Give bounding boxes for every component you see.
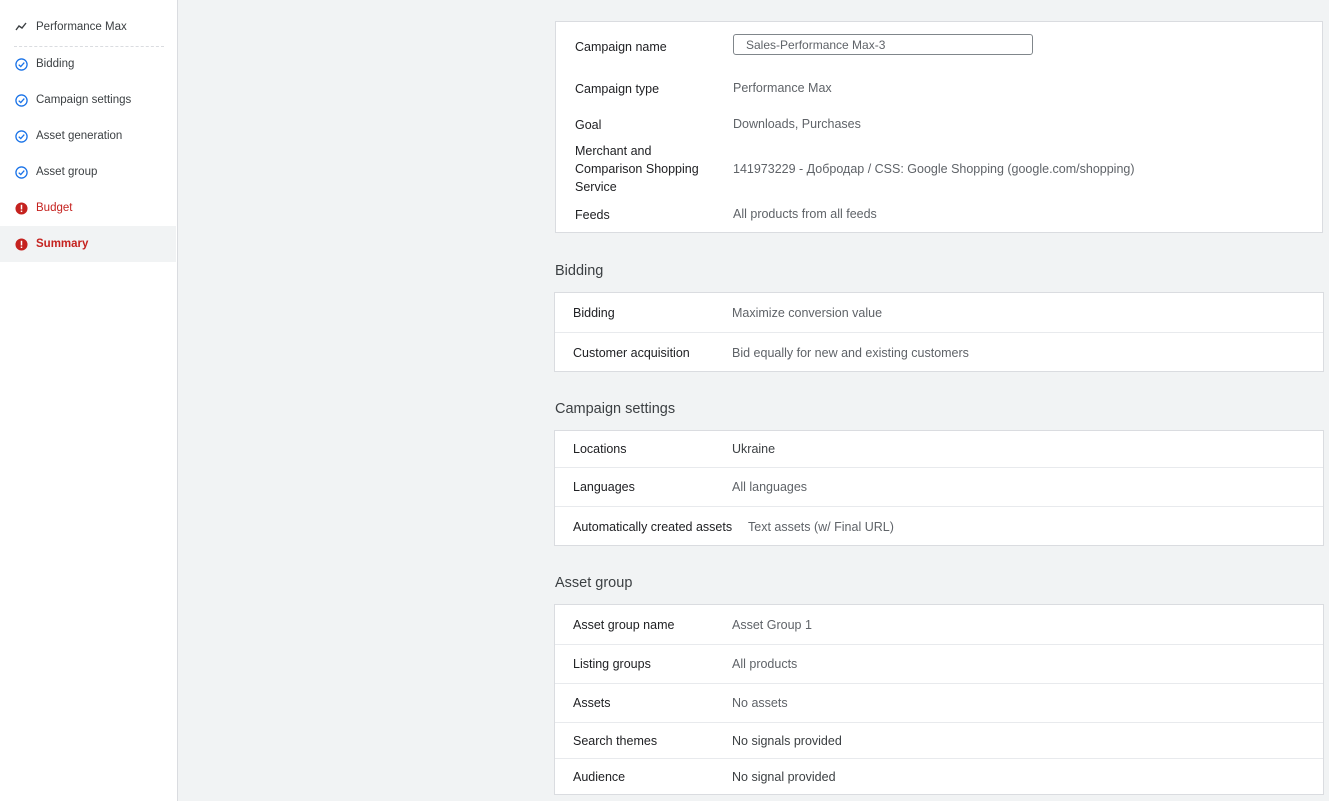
search-themes-row[interactable]: Search themes No signals provided — [555, 722, 1323, 758]
trend-icon — [14, 20, 28, 34]
campaign-type-value: Performance Max — [733, 81, 832, 95]
search-themes-value: No signals provided — [732, 733, 842, 748]
asset-group-name-label: Asset group name — [573, 617, 675, 632]
customer-acquisition-label: Customer acquisition — [573, 345, 690, 360]
languages-value: All languages — [732, 480, 808, 494]
campaign-type-label: Campaign type — [575, 82, 660, 96]
sidebar-item-label: Summary — [36, 238, 89, 250]
sidebar-item-performance-max[interactable]: Performance Max — [0, 9, 176, 45]
campaign-type-row: Campaign type Performance Max — [556, 80, 1322, 100]
bidding-label: Bidding — [573, 305, 615, 320]
sidebar-item-bidding[interactable]: Bidding — [0, 46, 176, 82]
languages-row[interactable]: Languages All languages — [555, 467, 1323, 506]
campaign-overview-card: Campaign name Campaign type Performance … — [555, 21, 1323, 233]
listing-groups-value: All products — [732, 657, 798, 671]
bidding-row[interactable]: Bidding Maximize conversion value — [555, 293, 1323, 332]
merchant-label-line-3: Service — [575, 180, 617, 194]
error-icon — [14, 201, 28, 215]
sidebar-item-label: Bidding — [36, 58, 75, 70]
error-icon — [14, 237, 28, 251]
merchant-value: 141973229 - Добродар / CSS: Google Shopp… — [733, 162, 1135, 176]
sidebar-item-label: Asset group — [36, 166, 98, 178]
campaign-settings-section-title: Campaign settings — [555, 401, 676, 417]
locations-value: Ukraine — [732, 442, 776, 456]
sidebar-item-summary[interactable]: Summary — [0, 226, 176, 262]
merchant-label-line-2: Comparison Shopping — [575, 162, 699, 176]
check-circle-icon — [14, 165, 28, 179]
bidding-card: Bidding Maximize conversion value Custom… — [554, 292, 1324, 372]
check-circle-icon — [14, 93, 28, 107]
asset-group-card: Asset group name Asset Group 1 Listing g… — [554, 604, 1324, 795]
audience-value: No signal provided — [732, 770, 836, 784]
check-circle-icon — [14, 57, 28, 71]
auto-created-assets-label: Automatically created assets — [573, 519, 733, 534]
sidebar-item-label: Asset generation — [36, 130, 123, 142]
listing-groups-row[interactable]: Listing groups All products — [555, 644, 1323, 683]
sidebar-item-label: Performance Max — [36, 21, 127, 33]
main-content: Campaign name Campaign type Performance … — [178, 0, 1329, 801]
goal-label: Goal — [575, 118, 602, 132]
merchant-label-line-1: Merchant and — [575, 144, 652, 158]
bidding-value: Maximize conversion value — [732, 305, 883, 320]
sidebar-item-budget[interactable]: Budget — [0, 190, 176, 226]
sidebar-item-campaign-settings[interactable]: Campaign settings — [0, 82, 176, 118]
feeds-value: All products from all feeds — [733, 207, 877, 221]
campaign-name-input[interactable] — [733, 34, 1033, 55]
goal-row: Goal Downloads, Purchases — [556, 116, 1322, 136]
assets-value: No assets — [732, 696, 788, 710]
asset-group-section-title: Asset group — [555, 575, 633, 591]
auto-created-assets-row[interactable]: Automatically created assets Text assets… — [555, 506, 1323, 546]
sidebar-item-label: Campaign settings — [36, 94, 132, 106]
customer-acquisition-value: Bid equally for new and existing custome… — [732, 345, 969, 360]
sidebar-item-asset-group[interactable]: Asset group — [0, 154, 176, 190]
customer-acquisition-row[interactable]: Customer acquisition Bid equally for new… — [555, 332, 1323, 372]
search-themes-label: Search themes — [573, 733, 658, 748]
locations-row[interactable]: Locations Ukraine — [555, 431, 1323, 467]
check-circle-icon — [14, 129, 28, 143]
asset-group-name-row[interactable]: Asset group name Asset Group 1 — [555, 605, 1323, 644]
merchant-row: Merchant and Comparison Shopping Service… — [556, 142, 1322, 198]
asset-group-name-value: Asset Group 1 — [732, 617, 812, 632]
locations-label: Locations — [573, 442, 627, 456]
languages-label: Languages — [573, 480, 635, 494]
campaign-name-row: Campaign name — [556, 22, 1322, 68]
assets-row[interactable]: Assets No assets — [555, 683, 1323, 722]
listing-groups-label: Listing groups — [573, 657, 651, 671]
feeds-label: Feeds — [575, 208, 610, 222]
bidding-section-title: Bidding — [555, 263, 604, 279]
goal-value: Downloads, Purchases — [733, 117, 861, 131]
sidebar-item-asset-generation[interactable]: Asset generation — [0, 118, 176, 154]
assets-label: Assets — [573, 696, 611, 710]
audience-label: Audience — [573, 770, 626, 784]
sidebar-item-label: Budget — [36, 202, 73, 214]
feeds-row: Feeds All products from all feeds — [556, 206, 1322, 226]
campaign-name-label: Campaign name — [575, 40, 667, 54]
auto-created-assets-value: Text assets (w/ Final URL) — [748, 519, 894, 534]
sidebar: Performance Max Bidding Campaign setting… — [0, 0, 178, 801]
campaign-settings-card: Locations Ukraine Languages All language… — [554, 430, 1324, 546]
audience-row[interactable]: Audience No signal provided — [555, 758, 1323, 795]
